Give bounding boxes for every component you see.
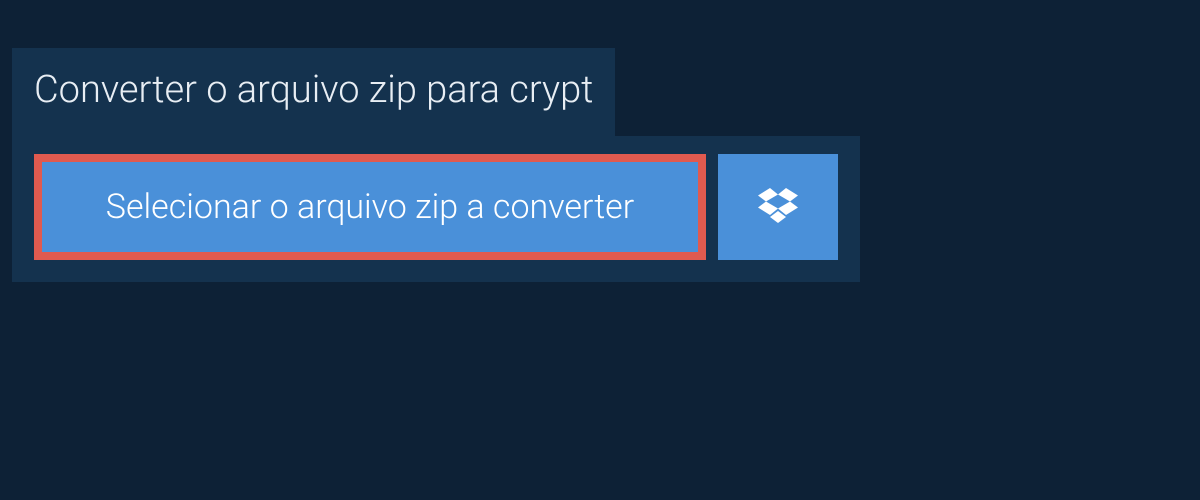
button-row: Selecionar o arquivo zip a converter [12,136,860,282]
heading-spacer [615,48,860,136]
heading-row: Converter o arquivo zip para crypt [12,48,860,136]
dropbox-button[interactable] [718,154,838,260]
converter-panel: Converter o arquivo zip para crypt Selec… [12,48,860,282]
page-title: Converter o arquivo zip para crypt [12,48,615,136]
select-file-button[interactable]: Selecionar o arquivo zip a converter [34,154,706,260]
dropbox-icon [758,188,798,226]
